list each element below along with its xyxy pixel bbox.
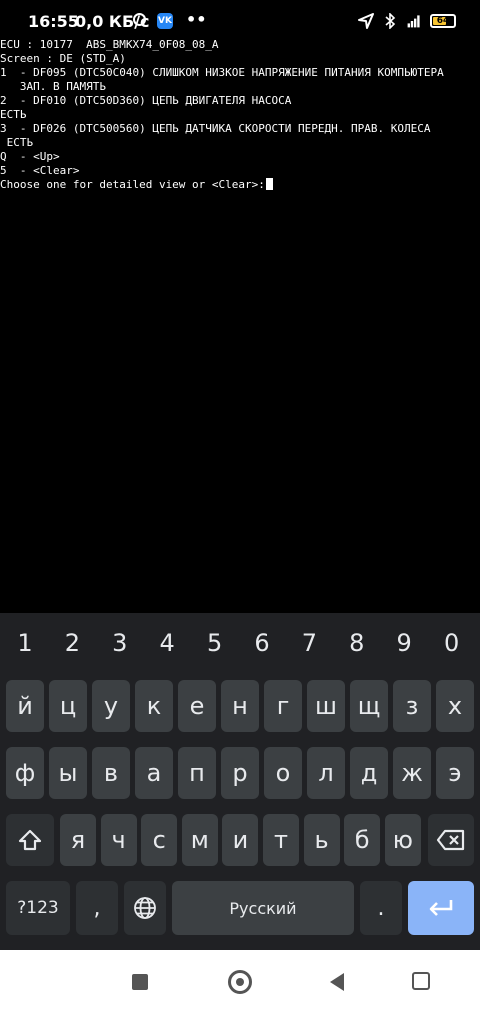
- key-э[interactable]: э: [436, 747, 474, 799]
- terminal-line-text: ECU : 10177 ABS_BMKX74_0F08_08_A: [0, 38, 219, 51]
- terminal-line: Screen : DE (STD_A): [0, 52, 480, 66]
- key-г[interactable]: г: [264, 680, 302, 732]
- terminal-line: 3 - DF026 (DTC500560) ЦЕПЬ ДАТЧИКА СКОРО…: [0, 122, 480, 136]
- key-т[interactable]: т: [263, 814, 299, 866]
- key-м[interactable]: м: [181, 814, 218, 866]
- terminal-line: ЕСТЬ: [0, 108, 480, 122]
- terminal-line: 1 - DF095 (DTC50C040) СЛИШКОМ НИЗКОЕ НАП…: [0, 66, 480, 80]
- key-ч[interactable]: ч: [100, 814, 137, 866]
- key-ь[interactable]: ь: [303, 814, 340, 866]
- key-ы[interactable]: ы: [49, 747, 87, 799]
- signal-icon: [406, 13, 422, 29]
- key-х[interactable]: х: [436, 680, 474, 732]
- bluetooth-icon: [382, 13, 398, 29]
- number-key-2[interactable]: 2: [49, 615, 95, 671]
- terminal-line-text: 1 - DF095 (DTC50C040) СЛИШКОМ НИЗКОЕ НАП…: [0, 66, 444, 79]
- terminal-line-text: ЕСТЬ: [0, 108, 27, 121]
- status-icons: 64: [358, 12, 456, 30]
- key-с[interactable]: с: [141, 814, 178, 866]
- key-е[interactable]: е: [178, 680, 216, 732]
- terminal-line-text: ЗАП. В ПАМЯТЬ: [0, 80, 106, 93]
- key-щ[interactable]: щ: [350, 680, 388, 732]
- terminal-line-text: Screen : DE (STD_A): [0, 52, 126, 65]
- enter-icon: [429, 900, 453, 916]
- number-key-1[interactable]: 1: [2, 615, 48, 671]
- more-notifications-icon: ••: [186, 10, 207, 29]
- back-icon[interactable]: [330, 973, 344, 991]
- soft-keyboard: 1234567890 йцукенгшщзх фывапролджэ ячсмитьб…: [0, 613, 480, 950]
- number-key-7[interactable]: 7: [286, 615, 332, 671]
- shift-icon: [18, 829, 42, 851]
- screenshot-icon[interactable]: [412, 972, 430, 990]
- number-key-5[interactable]: 5: [192, 615, 238, 671]
- key-з[interactable]: з: [393, 680, 431, 732]
- terminal-line: Choose one for detailed view or <Clear>:: [0, 178, 480, 192]
- key-д[interactable]: д: [350, 747, 388, 799]
- number-key-0[interactable]: 0: [429, 615, 475, 671]
- key-р[interactable]: р: [221, 747, 259, 799]
- key-ш[interactable]: ш: [307, 680, 345, 732]
- key-ж[interactable]: ж: [393, 747, 431, 799]
- terminal-line: 5 - <Clear>: [0, 164, 480, 178]
- period-key[interactable]: .: [360, 881, 402, 935]
- number-key-9[interactable]: 9: [381, 615, 427, 671]
- terminal-line: 2 - DF010 (DTC50D360) ЦЕПЬ ДВИГАТЕЛЯ НАС…: [0, 94, 480, 108]
- vk-icon: VK: [157, 13, 173, 29]
- terminal-line: ЕСТЬ: [0, 136, 480, 150]
- terminal-line-text: 2 - DF010 (DTC50D360) ЦЕПЬ ДВИГАТЕЛЯ НАС…: [0, 94, 292, 107]
- number-key-6[interactable]: 6: [239, 615, 285, 671]
- space-bar-label: Русский: [229, 898, 297, 918]
- backspace-key[interactable]: [428, 814, 474, 866]
- key-н[interactable]: н: [221, 680, 259, 732]
- terminal-line: ECU : 10177 ABS_BMKX74_0F08_08_A: [0, 38, 480, 52]
- key-я[interactable]: я: [60, 814, 96, 866]
- key-и[interactable]: и: [222, 814, 259, 866]
- terminal-line-text: ЕСТЬ: [0, 136, 34, 149]
- battery-icon: 64: [430, 14, 456, 28]
- key-в[interactable]: в: [92, 747, 130, 799]
- status-bar: 16:55 0,0 КБ/с VK •• 64: [0, 0, 480, 40]
- recents-square-icon[interactable]: [132, 974, 148, 990]
- number-key-8[interactable]: 8: [334, 615, 380, 671]
- enter-key[interactable]: [408, 881, 474, 935]
- backspace-icon: [436, 829, 465, 851]
- key-к[interactable]: к: [135, 680, 173, 732]
- terminal-line-text: Choose one for detailed view or <Clear>:: [0, 178, 265, 191]
- terminal-line-text: 5 - <Clear>: [0, 164, 80, 177]
- terminal-line: Q - <Up>: [0, 150, 480, 164]
- comma-key[interactable]: ,: [76, 881, 118, 935]
- key-п[interactable]: п: [178, 747, 216, 799]
- battery-level: 64: [436, 16, 450, 26]
- key-б[interactable]: б: [344, 814, 381, 866]
- location-icon: [358, 13, 374, 29]
- terminal-output[interactable]: ECU : 10177 ABS_BMKX74_0F08_08_A Screen :…: [0, 38, 480, 192]
- home-icon[interactable]: [228, 970, 252, 994]
- alarm-icon: [133, 13, 146, 26]
- navigation-bar: [0, 950, 480, 1014]
- home-dot: [236, 978, 244, 986]
- number-key-4[interactable]: 4: [144, 615, 190, 671]
- key-ю[interactable]: ю: [384, 814, 421, 866]
- globe-icon: [134, 897, 156, 919]
- key-ц[interactable]: ц: [49, 680, 87, 732]
- key-ф[interactable]: ф: [6, 747, 44, 799]
- key-у[interactable]: у: [92, 680, 130, 732]
- terminal-line-text: Q - <Up>: [0, 150, 60, 163]
- key-о[interactable]: о: [264, 747, 302, 799]
- space-bar[interactable]: Русский: [172, 881, 354, 935]
- language-key[interactable]: [124, 881, 166, 935]
- key-й[interactable]: й: [6, 680, 44, 732]
- battery-indicator: 64: [430, 14, 456, 28]
- terminal-line-text: 3 - DF026 (DTC500560) ЦЕПЬ ДАТЧИКА СКОРО…: [0, 122, 431, 135]
- shift-key[interactable]: [6, 814, 54, 866]
- symbols-key[interactable]: ?123: [6, 881, 70, 935]
- status-time: 16:55: [28, 12, 79, 31]
- key-а[interactable]: а: [135, 747, 173, 799]
- number-key-3[interactable]: 3: [97, 615, 143, 671]
- key-л[interactable]: л: [307, 747, 345, 799]
- text-cursor: [265, 178, 273, 190]
- terminal-line: ЗАП. В ПАМЯТЬ: [0, 80, 480, 94]
